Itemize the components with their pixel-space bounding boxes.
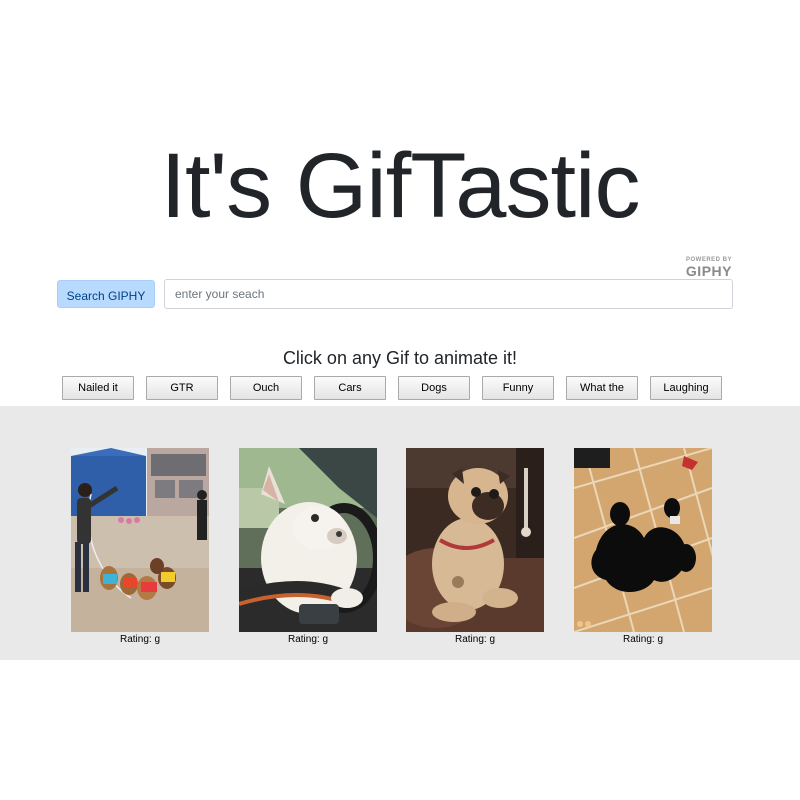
topic-button-laughing[interactable]: Laughing [650, 376, 722, 400]
topic-button-gtr[interactable]: GTR [146, 376, 218, 400]
gif-image-dogs-tile-floor[interactable] [574, 448, 712, 632]
giphy-attribution: POWERED BY GIPHY [672, 257, 732, 278]
topic-button-nailed-it[interactable]: Nailed it [62, 376, 134, 400]
gif-rating: Rating: g [622, 634, 664, 645]
gif-card: Rating: g [406, 448, 544, 645]
gif-rating: Rating: g [454, 634, 496, 645]
giphy-logo: GIPHY [685, 263, 732, 279]
instruction-text: Click on any Gif to animate it! [282, 348, 518, 368]
gif-rating: Rating: g [119, 634, 161, 645]
topic-button-ouch[interactable]: Ouch [230, 376, 302, 400]
gif-results: Rating: g Rating: g Rating: g Rating: g [0, 406, 800, 660]
gif-card: Rating: g [239, 448, 377, 645]
gif-card: Rating: g [71, 448, 209, 645]
topic-button-cars[interactable]: Cars [314, 376, 386, 400]
topic-button-what-the[interactable]: What the [566, 376, 638, 400]
search-input[interactable] [164, 279, 733, 309]
page: It's GifTastic POWERED BY GIPHY Search G… [0, 0, 800, 800]
gif-image-pug-couch[interactable] [406, 448, 544, 632]
search-giphy-button[interactable]: Search GIPHY [57, 280, 155, 308]
topic-buttons: Nailed it GTR Ouch Cars Dogs Funny What … [62, 376, 722, 400]
page-title: It's GifTastic [160, 135, 641, 237]
gif-rating: Rating: g [287, 634, 329, 645]
topic-button-dogs[interactable]: Dogs [398, 376, 470, 400]
gif-image-dogs-jump-rope[interactable] [71, 448, 209, 632]
topic-button-funny[interactable]: Funny [482, 376, 554, 400]
gif-image-bulldog-driving[interactable] [239, 448, 377, 632]
gif-card: Rating: g [574, 448, 712, 645]
